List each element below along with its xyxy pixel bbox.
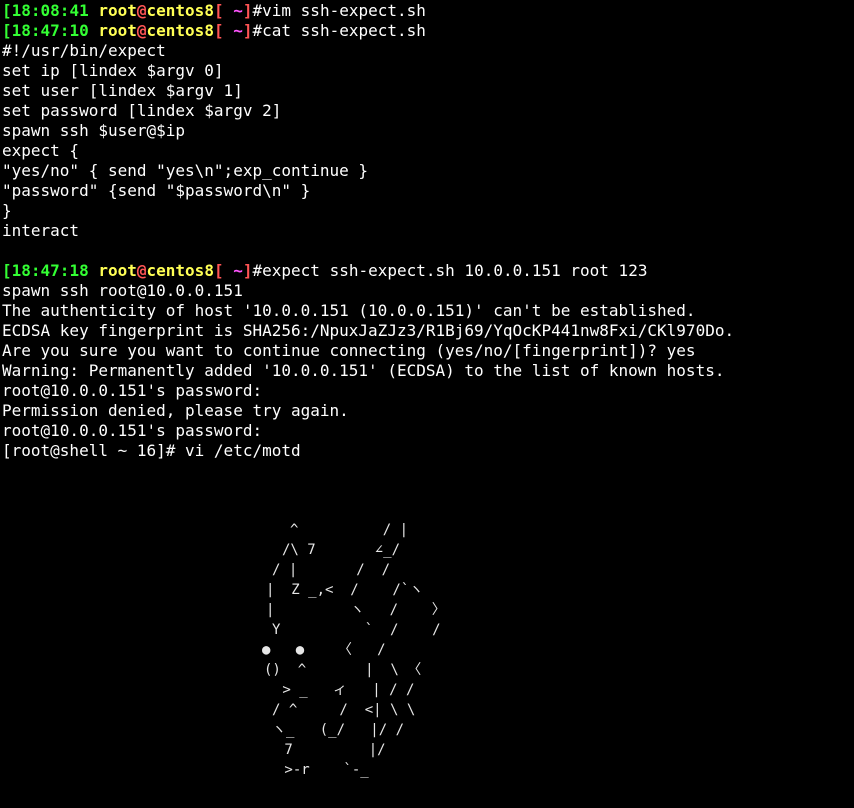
ascii-art-line: >-r `-_ [276,762,369,778]
prompt-host: centos8 [146,1,214,20]
prompt-at: @ [136,21,147,40]
prompt-hash: # [252,261,263,280]
output-line: Warning: Permanently added '10.0.0.151' … [2,361,725,380]
prompt-host: centos8 [146,21,214,40]
prompt-bracket-close: [ [213,261,224,280]
script-line: interact [2,221,80,240]
prompt-time: 18:08:41 [11,1,89,20]
prompt-open-bracket: [ [2,261,12,280]
command-text: cat ssh-expect.sh [262,21,426,40]
ascii-art-line: / | / / [272,562,391,578]
ascii-art-line: 7 |/ [276,742,386,758]
prompt-line: [18:47:10 root@centos8[ ~]#cat ssh-expec… [2,21,854,41]
prompt-time: 18:47:18 [11,261,89,280]
prompt-dir: ~ [223,261,243,280]
prompt-open-bracket: [ [2,21,12,40]
prompt-hash: # [252,1,263,20]
script-line: expect { [2,141,80,160]
prompt-line: [18:08:41 root@centos8[ ~]#vim ssh-expec… [2,1,854,21]
prompt-user: root [98,261,137,280]
ascii-art-line: > _ ィ | / / [274,682,415,698]
script-line: "yes/no" { send "yes\n";exp_continue } [2,161,369,180]
prompt-bracket-close: [ [213,1,224,20]
ascii-art-line: ヽ_ (_/ |/ / [272,722,405,738]
ascii-art-line: ● ● 〈 / [262,642,386,658]
prompt-at: @ [136,261,147,280]
ascii-art-line: ^ / | [290,522,409,538]
prompt-host: centos8 [146,261,214,280]
ascii-art-line: /\ 7 ∠_/ [282,542,401,558]
ascii-art-line: Y ` / / [272,622,441,638]
output-line: Are you sure you want to continue connec… [2,341,696,360]
output-line: ECDSA key fingerprint is SHA256:/NpuxJaZ… [2,321,735,340]
prompt-dir: ~ [223,1,243,20]
prompt-at: @ [136,1,147,20]
ascii-art-line: | ヽ / 〉 [266,602,446,618]
motd-ascii-art: ^ / | /\ 7 ∠_/ / | / / | Z _,< / /`ヽ | ヽ… [0,520,854,808]
terminal-window[interactable]: [18:08:41 root@centos8[ ~]#vim ssh-expec… [0,0,854,808]
output-line: root@10.0.0.151's password: [2,421,263,440]
output-line: [root@shell ~ 16]# vi /etc/motd [2,441,301,460]
script-line: #!/usr/bin/expect [2,41,166,60]
output-line: root@10.0.0.151's password: [2,381,263,400]
command-text: expect ssh-expect.sh 10.0.0.151 root 123 [262,261,648,280]
script-line: set user [lindex $argv 1] [2,81,243,100]
script-line: spawn ssh $user@$ip [2,121,186,140]
prompt-bracket-close: [ [213,21,224,40]
prompt-hash: # [252,21,263,40]
output-line: spawn ssh root@10.0.0.151 [2,281,243,300]
prompt-close-bracket: ] [242,1,253,20]
script-line: } [2,201,12,220]
prompt-user: root [98,1,137,20]
output-line: Permission denied, please try again. [2,401,349,420]
ascii-art-line: / ^ / <| \ \ [272,702,416,718]
prompt-close-bracket: ] [242,21,253,40]
script-line: set password [lindex $argv 2] [2,101,282,120]
ascii-art-line: () ^ | \ 〈 [264,662,422,678]
prompt-time: 18:47:10 [11,21,89,40]
command-text: vim ssh-expect.sh [262,1,426,20]
prompt-close-bracket: ] [242,261,253,280]
script-line: set ip [lindex $argv 0] [2,61,224,80]
script-line: "password" {send "$password\n" } [2,181,311,200]
prompt-open-bracket: [ [2,1,12,20]
prompt-dir: ~ [223,21,243,40]
prompt-line: [18:47:18 root@centos8[ ~]#expect ssh-ex… [2,261,854,281]
prompt-user: root [98,21,137,40]
output-line: The authenticity of host '10.0.0.151 (10… [2,301,696,320]
ascii-art-line: | Z _,< / /`ヽ [266,582,424,598]
